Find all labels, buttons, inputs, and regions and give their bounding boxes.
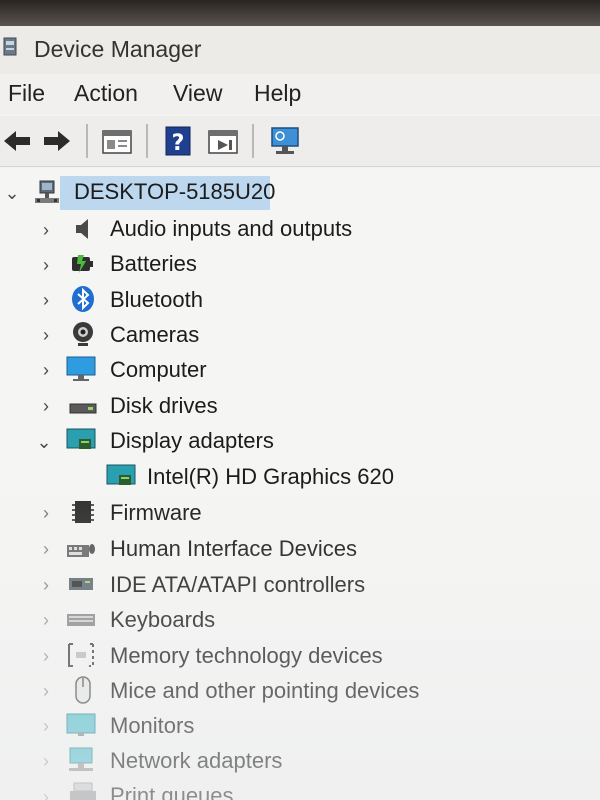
tree-root-label[interactable]: DESKTOP-5185U20: [74, 179, 275, 205]
tree-item-label[interactable]: Mice and other pointing devices: [110, 678, 419, 704]
chevron-right-icon[interactable]: ›: [38, 540, 54, 558]
chevron-right-icon[interactable]: ›: [38, 397, 54, 415]
tree-item-label[interactable]: Computer: [110, 357, 207, 383]
display-adapter-icon: [66, 428, 96, 449]
help-icon[interactable]: ?: [162, 124, 196, 158]
computer-network-icon: [35, 180, 59, 203]
tree-item-label[interactable]: Display adapters: [110, 428, 274, 454]
menu-help[interactable]: Help: [254, 80, 301, 107]
chevron-right-icon[interactable]: ›: [38, 256, 54, 274]
chevron-right-icon[interactable]: ›: [38, 221, 54, 239]
monitor-icon: [66, 356, 96, 381]
chevron-right-icon[interactable]: ›: [38, 576, 54, 594]
hid-icon: [67, 544, 95, 557]
tree-item-label[interactable]: Cameras: [110, 322, 199, 348]
chevron-right-icon[interactable]: ›: [38, 361, 54, 379]
tree-item-label[interactable]: Monitors: [110, 713, 194, 739]
speaker-icon: [76, 219, 88, 239]
screen-bezel: [0, 0, 600, 26]
battery-icon: [72, 255, 93, 273]
svg-text:?: ?: [172, 131, 185, 156]
tree-item-label[interactable]: Human Interface Devices: [110, 536, 357, 562]
chevron-right-icon[interactable]: ›: [38, 752, 54, 770]
toolbar-separator: [86, 124, 88, 158]
window-title: Device Manager: [34, 36, 202, 62]
forward-arrow-icon[interactable]: [40, 124, 74, 158]
menu-action[interactable]: Action: [74, 80, 138, 107]
ide-controller-icon: [69, 578, 93, 590]
chevron-right-icon[interactable]: ›: [38, 788, 54, 800]
run-icon[interactable]: [206, 124, 240, 158]
tree-item-label[interactable]: Network adapters: [110, 748, 282, 774]
monitor-icon: [66, 713, 96, 736]
display-adapter-icon: [106, 464, 136, 485]
tree-item-label[interactable]: Audio inputs and outputs: [110, 216, 352, 242]
chevron-right-icon[interactable]: ›: [38, 682, 54, 700]
toolbar-separator: [146, 124, 148, 158]
camera-icon: [73, 322, 93, 346]
tree-item-label[interactable]: Bluetooth: [110, 287, 203, 313]
tree-item-label[interactable]: Print queues: [110, 783, 234, 800]
tree-item-label[interactable]: Memory technology devices: [110, 643, 383, 669]
chevron-down-icon[interactable]: ⌄: [4, 184, 20, 202]
menu-view[interactable]: View: [173, 80, 222, 107]
bluetooth-icon: [72, 286, 94, 312]
chevron-right-icon[interactable]: ›: [38, 504, 54, 522]
menu-file[interactable]: File: [8, 80, 45, 107]
chevron-right-icon[interactable]: ›: [38, 611, 54, 629]
device-manager-app-icon: [3, 37, 17, 56]
tree-item-label[interactable]: IDE ATA/ATAPI controllers: [110, 572, 365, 598]
device-manager-window: Device Manager File Action View Help ? ⌄…: [0, 0, 600, 800]
disk-drive-icon: [69, 403, 97, 414]
network-adapter-icon: [69, 747, 93, 771]
keyboard-icon: [67, 614, 95, 626]
mouse-icon: [75, 676, 91, 704]
back-arrow-icon[interactable]: [0, 124, 34, 158]
tree-item-label[interactable]: Firmware: [110, 500, 202, 526]
properties-icon[interactable]: [100, 124, 134, 158]
tree-item-label[interactable]: Disk drives: [110, 393, 218, 419]
chevron-down-icon[interactable]: ⌄: [36, 433, 52, 451]
tree-item-label[interactable]: Keyboards: [110, 607, 215, 633]
chevron-right-icon[interactable]: ›: [38, 717, 54, 735]
tree-child-label[interactable]: Intel(R) HD Graphics 620: [147, 464, 394, 490]
printer-icon: [70, 782, 96, 800]
chevron-right-icon[interactable]: ›: [38, 647, 54, 665]
monitor-scan-icon[interactable]: [268, 124, 302, 158]
tree-item-label[interactable]: Batteries: [110, 251, 197, 277]
firmware-icon: [72, 501, 94, 523]
chevron-right-icon[interactable]: ›: [38, 291, 54, 309]
memory-icon: [68, 643, 94, 667]
toolbar-separator: [252, 124, 254, 158]
chevron-right-icon[interactable]: ›: [38, 326, 54, 344]
